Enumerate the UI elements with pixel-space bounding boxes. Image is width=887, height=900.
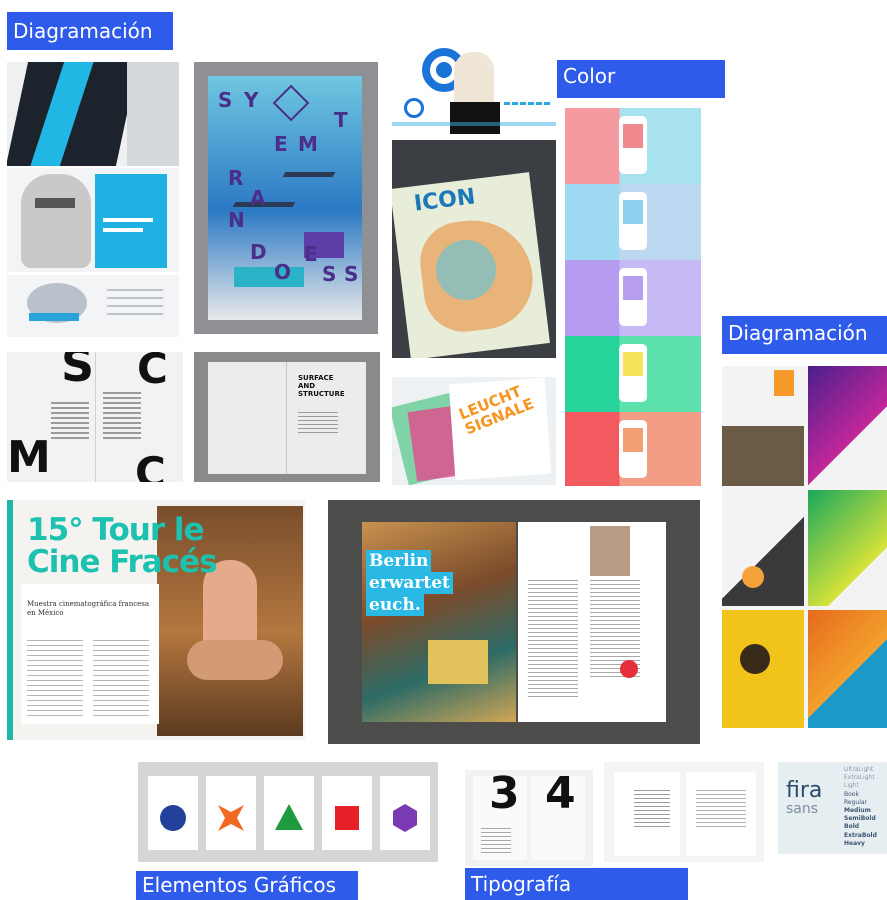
berlin-line: Berlin	[366, 550, 432, 572]
tile-icon-magazine: ICON	[392, 140, 556, 358]
fira-weight: Light	[844, 782, 859, 790]
tile-cine-frances: 15° Tour le Cine Fracés Muestra cinemato…	[7, 500, 305, 740]
fira-weight: ExtraLight	[844, 774, 875, 782]
star-shape	[218, 805, 244, 831]
label-diagramacion-top: Diagramación	[7, 12, 173, 50]
typo-number: 4	[545, 770, 576, 819]
fira-weight: Medium	[844, 807, 871, 815]
square-shape	[335, 806, 359, 830]
surface-title-line: SURFACE	[298, 374, 334, 382]
tile-typo-spread	[604, 762, 764, 862]
poster-letter: Y	[244, 88, 259, 112]
fira-weight: SemiBold	[844, 815, 876, 823]
poster-letter: S	[218, 88, 233, 112]
shapes-svg	[160, 804, 417, 832]
swiss-letter: C	[135, 448, 166, 482]
berlin-line: erwartet	[366, 572, 453, 594]
poster-letter: S	[344, 262, 359, 286]
poster-letter: M	[298, 132, 318, 156]
swiss-letter: S	[61, 352, 95, 392]
tile-diagramacion-grid	[722, 366, 887, 728]
cine-title-line1: 15° Tour le	[27, 512, 205, 548]
berlin-line: euch.	[366, 594, 424, 616]
fira-weight: Book	[844, 790, 859, 798]
poster-letter: E	[304, 242, 318, 266]
triangle-shape	[275, 804, 303, 830]
tile-leucht-signale: LEUCHT SIGNALE	[392, 377, 556, 485]
tile-brain-book	[7, 275, 179, 337]
fira-weight: Regular	[844, 798, 868, 806]
fira-weight: Bold	[844, 823, 860, 831]
tile-surface-book: SURFACE AND STRUCTURE	[194, 352, 380, 482]
poster-letter: A	[250, 186, 266, 210]
poster-letter: E	[274, 132, 288, 156]
cine-title-line2: Cine Fracés	[27, 544, 218, 580]
cine-subtitle: Muestra cinematográfica francesa en Méxi…	[27, 600, 150, 617]
tile-woman-illustration	[392, 42, 556, 134]
surface-title-line: STRUCTURE	[298, 390, 345, 398]
tile-fira-sans: fira sans UltraLight ExtraLight Light Bo…	[778, 762, 887, 854]
poster-letter: T	[334, 108, 348, 132]
tile-portrait-magazine	[7, 168, 179, 272]
fira-name-line1: fira	[786, 778, 823, 803]
fira-weight: UltraLight	[844, 766, 874, 773]
surface-title-line: AND	[298, 382, 316, 390]
tile-typo-numbers: 3 4	[465, 770, 593, 866]
poster-letter: R	[228, 166, 244, 190]
label-color: Color	[557, 60, 725, 98]
hexagon-shape	[393, 804, 417, 832]
tile-berlin-magazine: Berlin erwartet euch.	[328, 500, 700, 744]
poster-letter: N	[228, 208, 245, 232]
tile-graphic-shapes	[138, 762, 438, 862]
typo-number: 3	[489, 770, 520, 819]
tile-color-phones	[565, 108, 701, 486]
tile-swiss-spread: S C M C	[7, 352, 183, 482]
swiss-letter: C	[137, 352, 168, 393]
tile-cryptic-book	[7, 62, 179, 166]
poster-letter: D	[250, 240, 267, 264]
poster-letter: S	[322, 262, 337, 286]
swiss-letter: M	[7, 432, 51, 482]
poster-letter: O	[274, 260, 292, 284]
fira-weight: ExtraBold	[844, 831, 877, 839]
label-diagramacion-right: Diagramación	[722, 316, 887, 354]
fira-weight: Heavy	[844, 839, 865, 847]
circle-shape	[160, 805, 186, 831]
fira-name-line2: sans	[786, 801, 819, 817]
label-elementos-graficos: Elementos Gráficos	[136, 871, 358, 900]
tile-typographic-poster: S Y T E M R A N D O E S S	[194, 62, 378, 334]
label-tipografia: Tipografía	[465, 868, 688, 900]
